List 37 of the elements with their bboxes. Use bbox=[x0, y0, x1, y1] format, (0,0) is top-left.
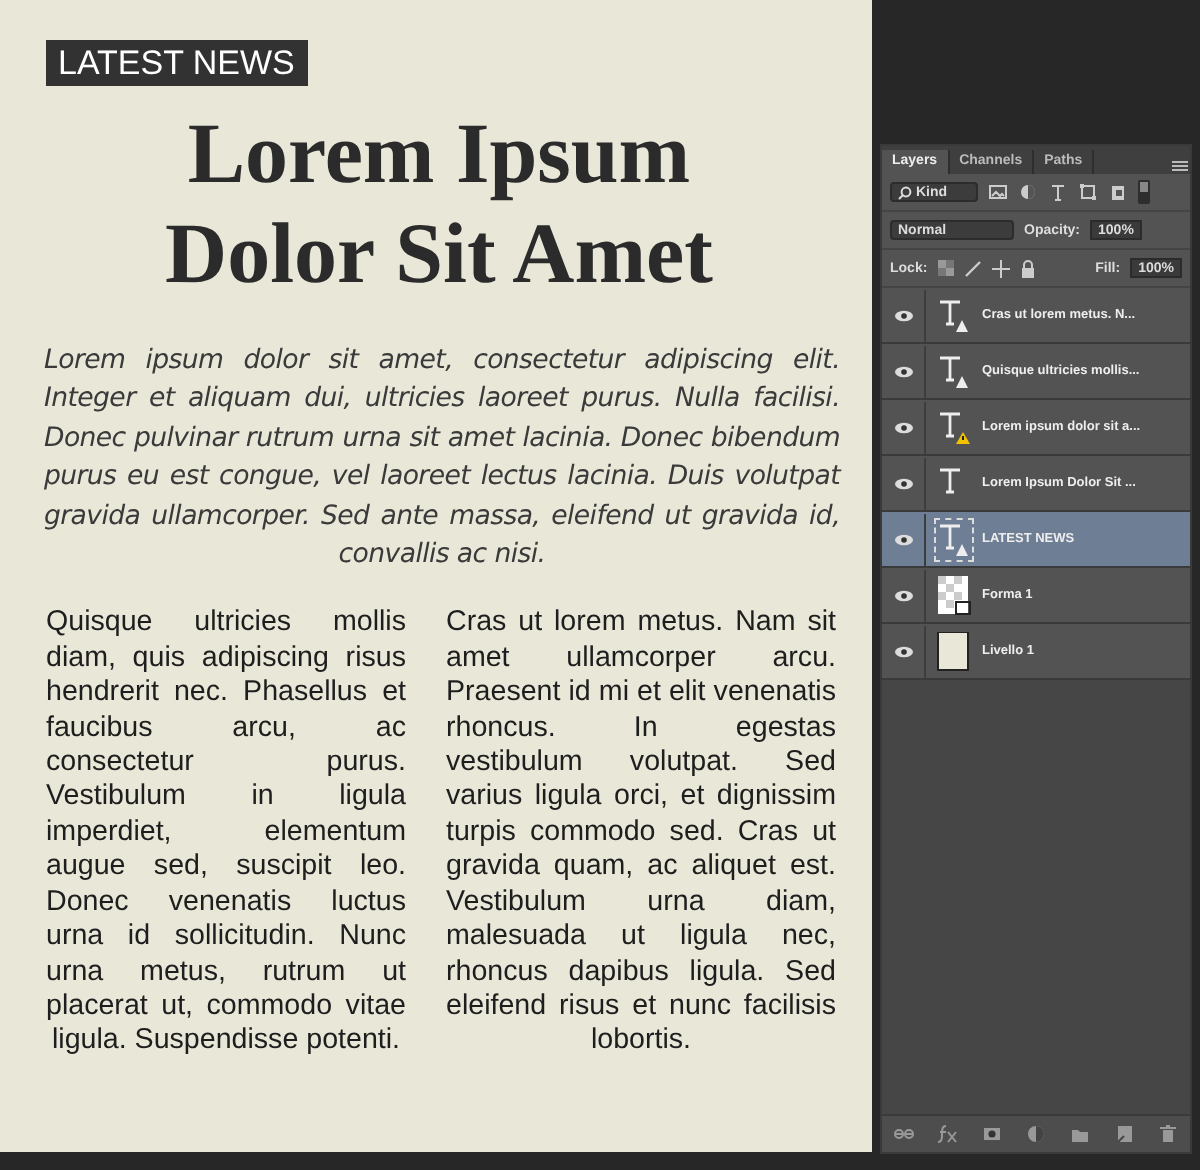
lock-pixels-icon[interactable] bbox=[937, 260, 954, 276]
eye-icon[interactable] bbox=[893, 365, 913, 377]
toggle-switch-icon[interactable] bbox=[1138, 180, 1150, 204]
type-layer-icon bbox=[936, 351, 972, 391]
smart-object-filter-icon[interactable] bbox=[1108, 182, 1128, 202]
eye-icon[interactable] bbox=[893, 421, 913, 433]
shape-filter-icon[interactable] bbox=[1078, 182, 1098, 202]
headline: Lorem Ipsum Dolor Sit Amet bbox=[163, 106, 715, 306]
fx-icon[interactable] bbox=[938, 1124, 958, 1144]
search-icon bbox=[898, 185, 912, 199]
intro-paragraph: Lorem ipsum dolor sit amet, consectetur adipiscing elit. Integer et aliquam dui, ultricies laoreet purus. Nulla facilisi. Donec pulvinar rutrum urna sit amet lacinia. Donec bibendum purus eu est congue, vel laoreet lectus lacinia. Duis volutpat gravida ullamcorper. Sed ante massa, eleifend ut gravida id, convallis ac nisi. bbox=[44, 344, 840, 575]
type-filter-icon[interactable] bbox=[1048, 182, 1068, 202]
adjustment-filter-icon[interactable] bbox=[1018, 182, 1038, 202]
shape-layer-thumbnail bbox=[936, 575, 972, 615]
type-layer-icon bbox=[936, 519, 972, 559]
trash-icon[interactable] bbox=[1158, 1124, 1178, 1144]
mask-icon[interactable] bbox=[982, 1124, 1002, 1144]
eye-icon[interactable] bbox=[893, 589, 913, 601]
folder-icon[interactable] bbox=[1070, 1124, 1090, 1144]
eye-icon[interactable] bbox=[893, 309, 913, 321]
brush-icon[interactable] bbox=[963, 259, 982, 277]
eye-icon[interactable] bbox=[893, 533, 913, 545]
news-label: LATEST NEWS bbox=[46, 40, 309, 86]
type-layer-icon bbox=[936, 295, 972, 335]
move-icon[interactable] bbox=[991, 259, 1010, 277]
image-filter-icon[interactable] bbox=[988, 182, 1008, 202]
link-icon[interactable] bbox=[894, 1124, 914, 1144]
body-paragraph: Quisque ultricies mollis diam, quis adipiscing risus hendrerit nec. Phasellus et faucibus arcu, ac consectetur purus. Vestibulum in ligula imperdiet, elementum augue sed, suscipit leo. Donec venenatis luctus urna id sollicitudin. Nunc urna metus, rutrum ut placerat ut, commodo vitae ligula. Suspendisse potenti. bbox=[46, 606, 406, 1060]
adjustment-icon[interactable] bbox=[1026, 1124, 1046, 1144]
eye-icon[interactable] bbox=[893, 477, 913, 489]
panel-menu-icon[interactable] bbox=[1170, 158, 1190, 174]
lock-icon[interactable] bbox=[1019, 259, 1036, 277]
eye-icon[interactable] bbox=[893, 645, 913, 657]
fill-layer-thumbnail bbox=[936, 631, 972, 671]
type-layer-icon bbox=[936, 407, 972, 447]
new-layer-icon[interactable] bbox=[1114, 1124, 1134, 1144]
body-paragraph: Cras ut lorem metus. Nam sit amet ullamcorper arcu. Praesent id mi et elit venenatis rhoncus. In egestas vestibulum volutpat. Sed varius ligula orci, et dignissim turpis commodo sed. Cras ut gravida quam, ac aliquet est. Vestibulum urna diam, malesuada ut ligula nec, rhoncus dapibus ligula. Sed eleifend risus et nunc facilisis lobortis. bbox=[446, 606, 836, 1060]
